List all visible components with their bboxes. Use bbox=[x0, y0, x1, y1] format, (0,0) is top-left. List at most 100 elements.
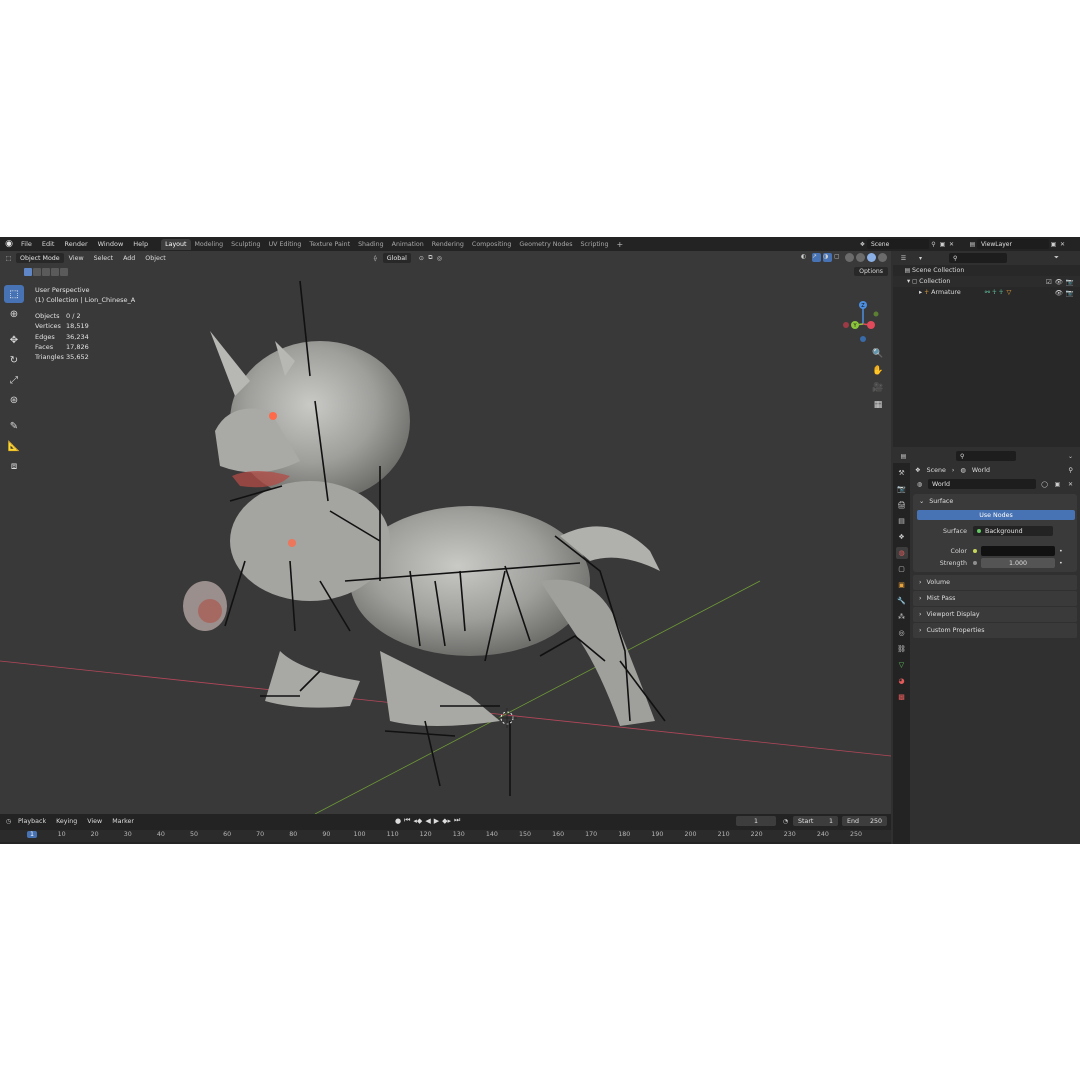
delete-scene-icon[interactable]: ✕ bbox=[947, 240, 956, 249]
overlay-toggle-icon[interactable]: ◑ bbox=[823, 253, 832, 262]
outliner-item-collection[interactable]: ▾ ▢ Collection ☑ 👁 📷 bbox=[893, 276, 1080, 287]
timeline-menu-playback[interactable]: Playback bbox=[13, 818, 51, 825]
prev-keyframe-icon[interactable]: ◂◆ bbox=[413, 817, 422, 825]
measure-tool-icon[interactable]: 📐 bbox=[4, 437, 24, 455]
viewport-display-panel[interactable]: › Viewport Display bbox=[913, 607, 1077, 622]
color-menu-icon[interactable]: • bbox=[1059, 548, 1063, 555]
world-tab-icon[interactable]: ◍ bbox=[895, 547, 908, 559]
viewport-menu-view[interactable]: View bbox=[64, 255, 89, 262]
select-new-icon[interactable] bbox=[24, 268, 32, 276]
navigation-gizmo[interactable]: Z Y bbox=[838, 299, 888, 349]
tab-compositing[interactable]: Compositing bbox=[468, 239, 515, 250]
display-mode-icon[interactable]: ▾ bbox=[916, 254, 925, 263]
outliner-editor-icon[interactable]: ☰ bbox=[899, 254, 908, 263]
outliner-search-input[interactable]: ⚲ bbox=[949, 253, 1007, 263]
duplicate-world-icon[interactable]: ▣ bbox=[1053, 480, 1062, 489]
mist-pass-panel[interactable]: › Mist Pass bbox=[913, 591, 1077, 606]
perspective-grid-icon[interactable]: ▦ bbox=[870, 398, 886, 412]
current-frame-field[interactable]: 1 bbox=[736, 816, 776, 826]
modifier-tab-icon[interactable]: 🔧 bbox=[896, 595, 908, 607]
snap-icon[interactable]: ⧉ bbox=[426, 254, 435, 263]
end-frame-field[interactable]: End 250 bbox=[842, 816, 887, 826]
render-tab-icon[interactable]: 📷 bbox=[896, 483, 908, 495]
surface-shader-field[interactable]: Background bbox=[973, 526, 1053, 536]
viewport-menu-select[interactable]: Select bbox=[89, 255, 118, 262]
properties-editor-icon[interactable]: ▤ bbox=[899, 452, 908, 461]
orientation-dropdown[interactable]: Global bbox=[382, 253, 411, 263]
camera-icon[interactable]: 📷 bbox=[1066, 289, 1074, 297]
delete-view-layer-icon[interactable]: ✕ bbox=[1058, 240, 1067, 249]
pivot-icon[interactable]: ⊙ bbox=[417, 254, 426, 263]
view-layer-field[interactable]: ViewLayer bbox=[977, 239, 1049, 249]
use-nodes-button[interactable]: Use Nodes bbox=[917, 510, 1075, 520]
tab-animation[interactable]: Animation bbox=[388, 239, 428, 250]
color-swatch[interactable] bbox=[981, 546, 1055, 556]
strength-field[interactable]: 1.000 bbox=[981, 558, 1055, 568]
next-keyframe-icon[interactable]: ◆▸ bbox=[442, 817, 451, 825]
timeline-editor-icon[interactable]: ◷ bbox=[4, 817, 13, 826]
play-reverse-icon[interactable]: ◀ bbox=[425, 817, 430, 825]
timeline-menu-view[interactable]: View bbox=[82, 818, 107, 825]
tab-layout[interactable]: Layout bbox=[161, 238, 191, 250]
options-chevron-icon[interactable]: ⌄ bbox=[1066, 452, 1075, 461]
physics-tab-icon[interactable]: ◎ bbox=[896, 627, 908, 639]
tab-geometry-nodes[interactable]: Geometry Nodes bbox=[515, 239, 576, 250]
zoom-icon[interactable]: 🔍 bbox=[870, 347, 886, 361]
scene-icon[interactable]: ❖ bbox=[858, 240, 867, 249]
tab-rendering[interactable]: Rendering bbox=[428, 239, 468, 250]
start-frame-field[interactable]: Start 1 bbox=[793, 816, 838, 826]
tab-scripting[interactable]: Scripting bbox=[577, 239, 613, 250]
editor-type-icon[interactable]: ⬚ bbox=[4, 254, 13, 263]
add-workspace-icon[interactable]: + bbox=[613, 239, 628, 250]
menu-render[interactable]: Render bbox=[59, 237, 92, 251]
visibility-icon[interactable]: ◐ bbox=[801, 253, 810, 262]
jump-start-icon[interactable]: ⏮ bbox=[404, 816, 410, 825]
particles-tab-icon[interactable]: ⁂ bbox=[896, 611, 908, 623]
unlink-world-icon[interactable]: ✕ bbox=[1066, 480, 1075, 489]
scene-name-field[interactable]: Scene bbox=[867, 239, 929, 249]
tab-uv-editing[interactable]: UV Editing bbox=[265, 239, 306, 250]
eye-icon[interactable]: 👁 bbox=[1055, 278, 1063, 286]
fake-user-icon[interactable]: ◯ bbox=[1040, 480, 1049, 489]
menu-edit[interactable]: Edit bbox=[37, 237, 60, 251]
camera-icon[interactable]: 📷 bbox=[1066, 278, 1074, 286]
new-view-layer-icon[interactable]: ▣ bbox=[1049, 240, 1058, 249]
eye-icon[interactable]: 👁 bbox=[1055, 289, 1063, 297]
collection-tab-icon[interactable]: ▢ bbox=[896, 563, 908, 575]
volume-panel[interactable]: › Volume bbox=[913, 575, 1077, 590]
blender-logo-icon[interactable]: ◉ bbox=[2, 237, 16, 251]
world-name-field[interactable]: World bbox=[928, 479, 1036, 489]
transform-orientation-icon[interactable]: ⟠ bbox=[371, 254, 380, 263]
object-tab-icon[interactable]: ▣ bbox=[896, 579, 908, 591]
jump-end-icon[interactable]: ⏭ bbox=[454, 816, 460, 825]
data-tab-icon[interactable]: ▽ bbox=[896, 659, 908, 671]
menu-window[interactable]: Window bbox=[93, 237, 129, 251]
add-cube-tool-icon[interactable]: ⧈ bbox=[4, 457, 24, 475]
menu-file[interactable]: File bbox=[16, 237, 37, 251]
cursor-tool-icon[interactable]: ⊕ bbox=[4, 305, 24, 323]
world-browse-icon[interactable]: ◍ bbox=[915, 480, 924, 489]
surface-panel-header[interactable]: ⌄ Surface bbox=[913, 494, 1077, 508]
options-dropdown[interactable]: Options bbox=[854, 267, 888, 276]
strength-menu-icon[interactable]: • bbox=[1059, 560, 1063, 567]
scale-tool-icon[interactable]: ⤢ bbox=[4, 371, 24, 389]
rotate-tool-icon[interactable]: ↻ bbox=[4, 351, 24, 369]
gizmo-toggle-icon[interactable]: ↗ bbox=[812, 253, 821, 262]
menu-help[interactable]: Help bbox=[128, 237, 153, 251]
solid-shading-icon[interactable] bbox=[856, 253, 865, 262]
3d-viewport[interactable]: ⬚ Object Mode View Select Add Object ⟠ G… bbox=[0, 251, 891, 814]
view-layer-icon[interactable]: ▤ bbox=[968, 240, 977, 249]
pan-hand-icon[interactable]: ✋ bbox=[870, 364, 886, 378]
3d-cursor[interactable] bbox=[497, 708, 517, 728]
custom-properties-panel[interactable]: › Custom Properties bbox=[913, 623, 1077, 638]
move-tool-icon[interactable]: ✥ bbox=[4, 331, 24, 349]
select-box-tool-icon[interactable]: ⬚ bbox=[4, 285, 24, 303]
play-icon[interactable]: ▶ bbox=[434, 817, 439, 825]
material-tab-icon[interactable]: ◕ bbox=[896, 675, 908, 687]
new-scene-icon[interactable]: ▣ bbox=[938, 240, 947, 249]
outliner-item-armature[interactable]: ▸ ☥ Armature ⚯ ☥ ☥ ▽ 👁 📷 bbox=[893, 287, 1080, 298]
record-icon[interactable]: ● bbox=[395, 817, 401, 825]
clock-icon[interactable]: ◔ bbox=[781, 817, 790, 826]
select-invert-icon[interactable] bbox=[51, 268, 59, 276]
constraints-tab-icon[interactable]: ⛓ bbox=[896, 643, 908, 655]
